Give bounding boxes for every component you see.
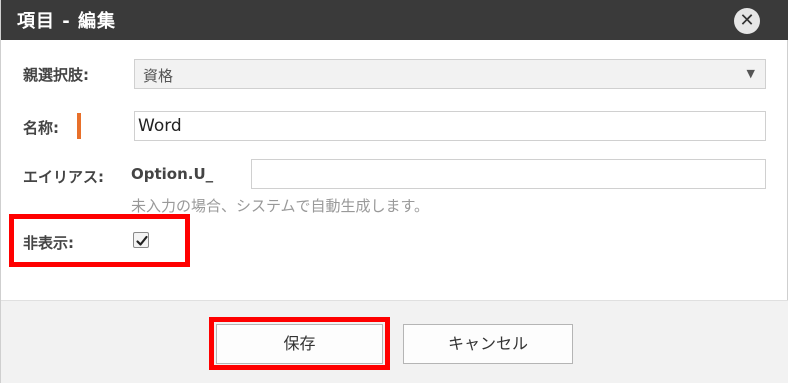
close-icon[interactable]: ✕ [734,8,760,34]
cancel-button[interactable]: キャンセル [403,324,573,364]
name-input[interactable]: Word [134,111,766,141]
required-marker [77,113,81,139]
name-input-value: Word [138,116,182,136]
caret-down-icon: ▼ [746,67,755,80]
edit-item-dialog: 項目 - 編集 ✕ 親選択肢: 資格 ▼ 名称: Word エイリアス: Opt… [0,0,788,383]
alias-label: エイリアス: [23,168,104,186]
alias-input[interactable] [251,159,766,189]
dialog-titlebar: 項目 - 編集 ✕ [1,0,788,40]
hidden-highlight-box [9,214,190,267]
dialog-footer [1,300,788,383]
name-label: 名称: [23,119,59,137]
parent-choice-label: 親選択肢: [23,66,89,84]
alias-hint: 未入力の場合、システムで自動生成します。 [131,197,430,215]
alias-prefix: Option.U_ [131,165,214,183]
parent-choice-value: 資格 [143,67,174,85]
dialog-title: 項目 - 編集 [17,11,117,32]
parent-choice-select[interactable]: 資格 ▼ [134,59,766,89]
save-highlight-box [209,317,390,370]
